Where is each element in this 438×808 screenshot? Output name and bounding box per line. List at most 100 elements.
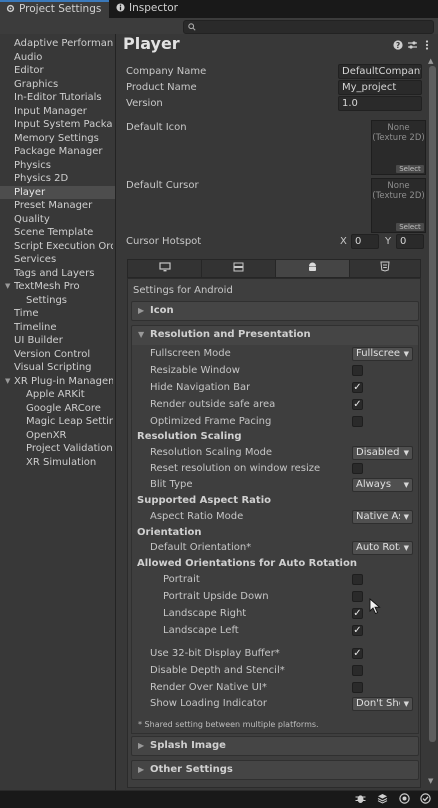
icon-section-foldout[interactable]: ▶ Icon xyxy=(131,301,419,321)
scrollbar-thumb[interactable] xyxy=(429,66,436,742)
sidebar-item[interactable]: Version Control xyxy=(0,348,115,361)
sidebar-item[interactable]: ▼ XR Plug-in Management xyxy=(0,375,115,388)
portrait-checkbox[interactable] xyxy=(352,574,363,585)
sidebar-item-label: Settings xyxy=(26,294,68,306)
platform-tab-server[interactable] xyxy=(202,260,276,277)
allowed-orientations-header: Allowed Orientations for Auto Rotation xyxy=(137,558,357,569)
record-icon[interactable] xyxy=(399,793,410,804)
sidebar-item[interactable]: Graphics xyxy=(0,78,115,91)
portrait-upside-down-checkbox[interactable] xyxy=(352,591,363,602)
preset-icon[interactable] xyxy=(407,40,418,50)
splash-image-foldout[interactable]: ▶ Splash Image xyxy=(131,736,419,756)
sidebar-item[interactable]: Time xyxy=(0,307,115,320)
sidebar-item[interactable]: Timeline xyxy=(0,321,115,334)
sidebar-item[interactable]: Audio xyxy=(0,51,115,64)
resolution-section-foldout[interactable]: ▼ Resolution and Presentation xyxy=(131,325,419,345)
sidebar-item[interactable]: Memory Settings xyxy=(0,132,115,145)
layers-icon[interactable] xyxy=(377,793,388,804)
portrait-upside-down-label: Portrait Upside Down xyxy=(163,591,269,602)
hide-navigation-bar-checkbox[interactable]: ✓ xyxy=(352,382,363,393)
sidebar-item-label: OpenXR xyxy=(26,429,67,441)
sidebar-item[interactable]: OpenXR xyxy=(0,429,115,442)
sidebar-item-label: Google ARCore xyxy=(26,402,101,414)
sidebar-item[interactable]: Input Manager xyxy=(0,105,115,118)
sidebar-item[interactable]: Player xyxy=(0,185,115,199)
default-icon-select-button[interactable]: Select xyxy=(396,165,424,173)
render-outside-safe-area-checkbox[interactable]: ✓ xyxy=(352,399,363,410)
tab-inspector[interactable]: Inspector xyxy=(110,0,190,18)
fullscreen-mode-dropdown[interactable]: Fullscreen Window▼ xyxy=(352,347,413,361)
company-name-field[interactable]: DefaultCompany xyxy=(338,64,422,79)
sidebar-item-label: XR Simulation xyxy=(26,456,97,468)
sidebar-item-label: Timeline xyxy=(14,321,57,333)
help-icon[interactable]: ? xyxy=(393,40,403,50)
dropdown-arrow-icon: ▼ xyxy=(403,449,409,457)
other-settings-foldout[interactable]: ▶ Other Settings xyxy=(131,760,419,780)
platform-tab-android[interactable] xyxy=(276,260,350,277)
aspect-ratio-mode-dropdown[interactable]: Native Aspect Ratio▼ xyxy=(352,510,413,524)
sidebar-item[interactable]: Google ARCore xyxy=(0,402,115,415)
shared-setting-footnote: * Shared setting between multiple platfo… xyxy=(138,720,319,729)
optimized-frame-pacing-checkbox[interactable] xyxy=(352,416,363,427)
platform-tab-standalone[interactable] xyxy=(128,260,202,277)
chevron-down-icon[interactable]: ▼ xyxy=(5,375,10,388)
check-circle-icon[interactable] xyxy=(420,793,431,804)
sidebar-item[interactable]: Preset Manager xyxy=(0,199,115,212)
resolution-scaling-mode-dropdown[interactable]: Disabled ▼ xyxy=(352,446,413,460)
scroll-down-icon[interactable]: ▼ xyxy=(428,777,433,785)
sidebar-item-label: Scene Template xyxy=(14,227,94,238)
sidebar-item[interactable]: Quality xyxy=(0,213,115,226)
sidebar-item[interactable]: Scene Template xyxy=(0,226,115,239)
landscape-left-checkbox[interactable]: ✓ xyxy=(352,625,363,636)
tab-project-settings[interactable]: Project Settings xyxy=(0,0,109,18)
version-field[interactable]: 1.0 xyxy=(338,96,422,111)
sidebar-item[interactable]: Adaptive Performance xyxy=(0,37,115,50)
sidebar-item[interactable]: Physics 2D xyxy=(0,172,115,185)
sidebar-item[interactable]: Input System Package xyxy=(0,118,115,131)
platform-tab-webgl[interactable] xyxy=(350,260,420,277)
resizable-window-checkbox[interactable] xyxy=(352,365,363,376)
more-icon[interactable] xyxy=(424,40,430,50)
chevron-down-icon[interactable]: ▼ xyxy=(5,280,10,293)
sidebar-item-label: Visual Scripting xyxy=(14,362,92,373)
resolution-scaling-header: Resolution Scaling xyxy=(137,431,242,442)
render-over-native-ui-checkbox[interactable] xyxy=(352,682,363,693)
sidebar-item[interactable]: Physics xyxy=(0,159,115,172)
search-input[interactable] xyxy=(183,20,434,34)
sidebar-item[interactable]: In-Editor Tutorials xyxy=(0,91,115,104)
default-orientation-dropdown[interactable]: Auto Rotation▼ xyxy=(352,541,413,555)
display-buffer-checkbox[interactable]: ✓ xyxy=(352,648,363,659)
landscape-right-checkbox[interactable]: ✓ xyxy=(352,608,363,619)
show-loading-indicator-label: Show Loading Indicator xyxy=(150,698,267,709)
bug-icon[interactable] xyxy=(355,793,366,804)
show-loading-indicator-dropdown[interactable]: Don't Show▼ xyxy=(352,697,413,711)
blit-type-dropdown[interactable]: Always ▼ xyxy=(352,478,413,492)
sidebar-item-label: Tags and Layers xyxy=(14,267,95,279)
sidebar-item-label: XR Plug-in Management xyxy=(14,375,113,387)
sidebar-item[interactable]: Apple ARKit xyxy=(0,388,115,401)
scroll-up-icon[interactable]: ▲ xyxy=(428,57,433,65)
sidebar-item[interactable]: Settings xyxy=(0,294,115,307)
sidebar-item-label: Magic Leap Settings xyxy=(26,416,113,427)
product-name-field[interactable]: My_project xyxy=(338,80,422,95)
disable-depth-stencil-checkbox[interactable] xyxy=(352,665,363,676)
hotspot-y-field[interactable]: 0 xyxy=(396,234,424,249)
hotspot-y-label: Y xyxy=(385,236,392,247)
sidebar-item-label: Physics xyxy=(14,159,51,171)
portrait-label: Portrait xyxy=(163,574,200,585)
sidebar-item[interactable]: Script Execution Order xyxy=(0,240,115,253)
sidebar-item[interactable]: Tags and Layers xyxy=(0,267,115,280)
sidebar-item[interactable]: Project Validation xyxy=(0,442,115,455)
sidebar-item[interactable]: Magic Leap Settings xyxy=(0,415,115,428)
sidebar-item[interactable]: XR Simulation xyxy=(0,456,115,469)
hotspot-x-field[interactable]: 0 xyxy=(351,234,379,249)
reset-resolution-checkbox[interactable] xyxy=(352,463,363,474)
sidebar-item[interactable]: UI Builder xyxy=(0,334,115,347)
section-title: Icon xyxy=(150,305,174,316)
sidebar-item[interactable]: Editor xyxy=(0,64,115,77)
sidebar-item[interactable]: Visual Scripting xyxy=(0,361,115,374)
sidebar-item[interactable]: Services xyxy=(0,253,115,266)
default-cursor-select-button[interactable]: Select xyxy=(396,223,424,231)
sidebar-item[interactable]: ▼ TextMesh Pro xyxy=(0,280,115,293)
sidebar-item[interactable]: Package Manager xyxy=(0,145,115,158)
